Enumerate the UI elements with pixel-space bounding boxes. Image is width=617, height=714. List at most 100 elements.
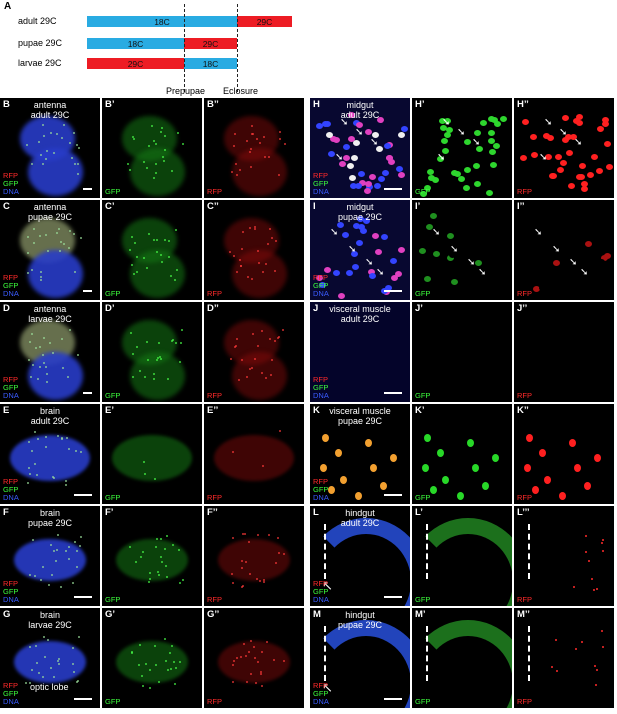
nucleus bbox=[463, 166, 471, 173]
channel-label-dna: DNA bbox=[3, 289, 19, 298]
image-tile-right-5-0: ↖ Mhindgut pupae 29C RFP GFP DNA bbox=[310, 608, 410, 708]
signal-speck bbox=[73, 270, 76, 273]
signal-speck bbox=[595, 683, 598, 686]
nucleus bbox=[381, 234, 389, 241]
nucleus bbox=[442, 476, 449, 484]
nucleus bbox=[474, 130, 482, 137]
nucleus bbox=[579, 163, 587, 170]
nucleus bbox=[595, 167, 603, 174]
nucleus bbox=[488, 130, 496, 137]
scale-bar bbox=[384, 392, 402, 394]
signal-speck bbox=[130, 235, 133, 238]
image-tile-right-2-0: Jvisceral muscle adult 29C RFP GFP DNA bbox=[310, 302, 410, 402]
signal-speck bbox=[254, 656, 257, 659]
image-tile-right-3-1: K’ GFP bbox=[412, 404, 512, 504]
signal-speck bbox=[154, 664, 157, 667]
arrow-marker: ➘ bbox=[457, 127, 466, 138]
signal-speck bbox=[137, 663, 140, 666]
caption-tissue: hindgut bbox=[345, 508, 375, 518]
signal-speck bbox=[26, 251, 29, 254]
signal-speck bbox=[34, 347, 37, 350]
panel-caption: brain pupae 29C bbox=[0, 508, 100, 528]
signal-speck bbox=[156, 356, 159, 359]
arrow-marker: ➘ bbox=[437, 152, 446, 163]
signal-speck bbox=[58, 249, 61, 252]
nucleus bbox=[584, 291, 592, 298]
signal-speck bbox=[65, 436, 68, 439]
signal-speck bbox=[232, 663, 234, 666]
signal-speck bbox=[145, 167, 148, 170]
channel-label-dna: DNA bbox=[3, 493, 19, 502]
signal-speck bbox=[40, 578, 43, 581]
nucleus bbox=[352, 264, 360, 271]
signal-speck bbox=[263, 155, 266, 158]
nucleus bbox=[353, 140, 360, 147]
signal-speck bbox=[273, 340, 276, 343]
channel-label-gfp: GFP bbox=[415, 595, 431, 604]
arrow-marker: ➘ bbox=[478, 267, 487, 278]
nucleus bbox=[520, 154, 528, 161]
signal-speck bbox=[78, 544, 81, 547]
scale-bar bbox=[384, 698, 402, 700]
image-tile-left-3-0: Ebrain adult 29C RFP GFP DNA bbox=[0, 404, 100, 504]
signal-speck bbox=[34, 430, 37, 433]
channel-label-dna: DNA bbox=[313, 595, 329, 604]
arrow-marker: ➘ bbox=[569, 257, 578, 268]
scale-bar bbox=[384, 290, 402, 292]
nucleus bbox=[536, 249, 544, 256]
nucleus bbox=[419, 248, 427, 255]
image-tile-left-1-2: C’’ RFP bbox=[204, 200, 304, 300]
image-tile-left-5-2: G’’ RFP bbox=[204, 608, 304, 708]
nucleus bbox=[340, 476, 347, 484]
signal-speck bbox=[141, 684, 144, 687]
signal-speck bbox=[163, 638, 166, 641]
signal-speck bbox=[239, 264, 242, 267]
image-tile-left-4-0: Fbrain pupae 29C RFP GFP DNA bbox=[0, 506, 100, 606]
nucleus bbox=[494, 257, 502, 264]
signal-speck bbox=[232, 144, 235, 147]
signal-speck bbox=[591, 577, 594, 580]
nucleus bbox=[439, 221, 447, 228]
panel-caption: antenna larvae 29C bbox=[0, 304, 100, 324]
boundary-dash bbox=[528, 524, 530, 579]
signal-speck bbox=[263, 135, 266, 138]
arrow-marker: ➘ bbox=[450, 244, 459, 255]
nucleus bbox=[490, 269, 498, 276]
arrow-marker: ➘ bbox=[370, 137, 379, 148]
tissue-shape bbox=[28, 148, 83, 196]
signal-speck bbox=[135, 255, 138, 258]
signal-speck bbox=[181, 328, 184, 331]
nucleus bbox=[377, 175, 385, 182]
signal-speck bbox=[166, 575, 169, 578]
nucleus bbox=[380, 482, 387, 490]
signal-speck bbox=[244, 533, 247, 536]
panel-letter: I’’ bbox=[517, 201, 525, 212]
signal-speck bbox=[30, 163, 33, 166]
signal-speck bbox=[152, 377, 155, 380]
nucleus bbox=[346, 162, 354, 169]
nucleus bbox=[424, 434, 431, 442]
nucleus bbox=[500, 116, 508, 123]
signal-speck bbox=[234, 345, 237, 348]
signal-speck bbox=[278, 138, 281, 141]
nucleus bbox=[398, 172, 406, 179]
caption-tissue: brain bbox=[39, 406, 60, 416]
signal-speck bbox=[79, 236, 82, 239]
nucleus bbox=[320, 464, 327, 472]
nucleus bbox=[335, 449, 342, 457]
signal-speck bbox=[249, 672, 252, 675]
nucleus bbox=[462, 250, 470, 257]
signal-speck bbox=[574, 647, 577, 650]
nucleus bbox=[594, 454, 601, 462]
signal-speck bbox=[158, 681, 161, 684]
nucleus bbox=[586, 172, 594, 179]
channel-label-gfp: GFP bbox=[415, 493, 431, 502]
image-tile-right-0-0: ➘ ➘ ➘ ➘ Hmidgut adult 29C RFP GFP DNA bbox=[310, 98, 410, 198]
nucleus bbox=[604, 252, 612, 259]
signal-speck bbox=[239, 258, 242, 261]
signal-speck bbox=[259, 673, 262, 676]
image-tile-right-0-1: ➘ ➘ ➘ ➘ H’ GFP bbox=[412, 98, 512, 198]
eclosure-label: Eclosure bbox=[223, 86, 259, 96]
nucleus bbox=[457, 492, 464, 500]
signal-speck bbox=[142, 161, 145, 164]
